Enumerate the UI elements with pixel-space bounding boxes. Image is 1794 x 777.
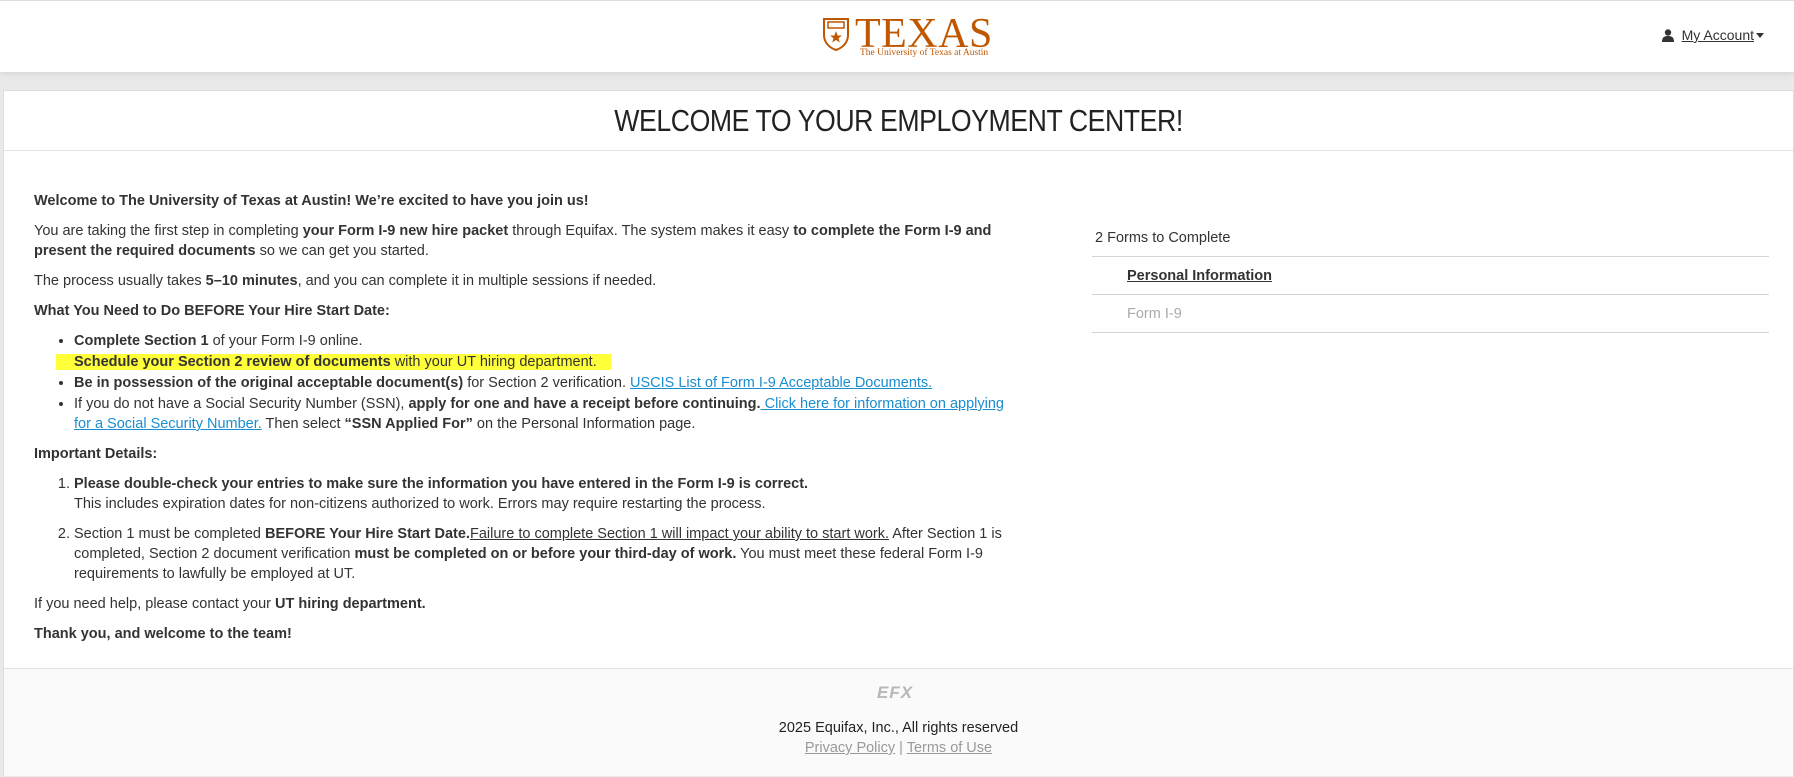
list-item: Please double-check your entries to make…	[74, 474, 1024, 514]
ut-texas-logo[interactable]: TEXAS The University of Texas at Austin	[822, 13, 992, 61]
before-heading: What You Need to Do BEFORE Your Hire Sta…	[34, 303, 390, 319]
main-card: WELCOME TO YOUR EMPLOYMENT CENTER! Welco…	[3, 90, 1794, 776]
thanks-text: Thank you, and welcome to the team!	[34, 626, 292, 642]
chevron-down-icon	[1756, 32, 1764, 38]
efx-logo: EFX	[877, 683, 914, 702]
logo-subtitle: The University of Texas at Austin	[860, 48, 989, 58]
welcome-text: Welcome to The University of Texas at Au…	[34, 193, 589, 209]
list-item: Complete Section 1 of your Form I-9 onli…	[74, 331, 1024, 351]
terms-of-use-link[interactable]: Terms of Use	[907, 740, 992, 756]
list-item: If you do not have a Social Security Num…	[74, 394, 1024, 434]
page-title-bar: WELCOME TO YOUR EMPLOYMENT CENTER!	[4, 91, 1793, 151]
list-item: Be in possession of the original accepta…	[74, 373, 1024, 393]
list-item-highlighted: Schedule your Section 2 review of docume…	[56, 352, 1024, 372]
page-title: WELCOME TO YOUR EMPLOYMENT CENTER!	[614, 103, 1183, 138]
my-account-link[interactable]: My Account	[1682, 27, 1754, 43]
forms-panel: 2 Forms to Complete Personal Information…	[1092, 226, 1769, 333]
copyright-text: 2025 Equifax, Inc., All rights reserved	[778, 720, 1019, 736]
form-item-personal-information[interactable]: Personal Information	[1092, 257, 1769, 295]
details-list: Please double-check your entries to make…	[74, 474, 1024, 584]
ut-seal-icon	[823, 18, 849, 51]
process-paragraph: The process usually takes 5–10 minutes, …	[34, 273, 657, 289]
my-account-menu[interactable]: My Account	[1661, 27, 1764, 43]
separator: |	[895, 740, 907, 756]
privacy-policy-link[interactable]: Privacy Policy	[805, 740, 895, 756]
important-heading: Important Details:	[34, 446, 158, 462]
uscis-documents-link[interactable]: USCIS List of Form I-9 Acceptable Docume…	[630, 375, 932, 391]
intro-paragraph: You are taking the first step in complet…	[34, 223, 992, 259]
requirements-list: Complete Section 1 of your Form I-9 onli…	[56, 331, 1024, 434]
list-item: Section 1 must be completed BEFORE Your …	[74, 524, 1024, 584]
legal-links: Privacy Policy | Terms of Use	[4, 740, 1793, 756]
user-icon	[1661, 28, 1674, 42]
top-header: TEXAS The University of Texas at Austin …	[0, 0, 1794, 72]
help-paragraph: If you need help, please contact your UT…	[34, 596, 426, 612]
forms-count-label: 2 Forms to Complete	[1092, 226, 1769, 257]
instructions-column: Welcome to The University of Texas at Au…	[34, 191, 1024, 654]
page-footer: EFX 2025 Equifax, Inc., All rights reser…	[4, 668, 1793, 776]
form-item-form-i9: Form I-9	[1092, 295, 1769, 333]
